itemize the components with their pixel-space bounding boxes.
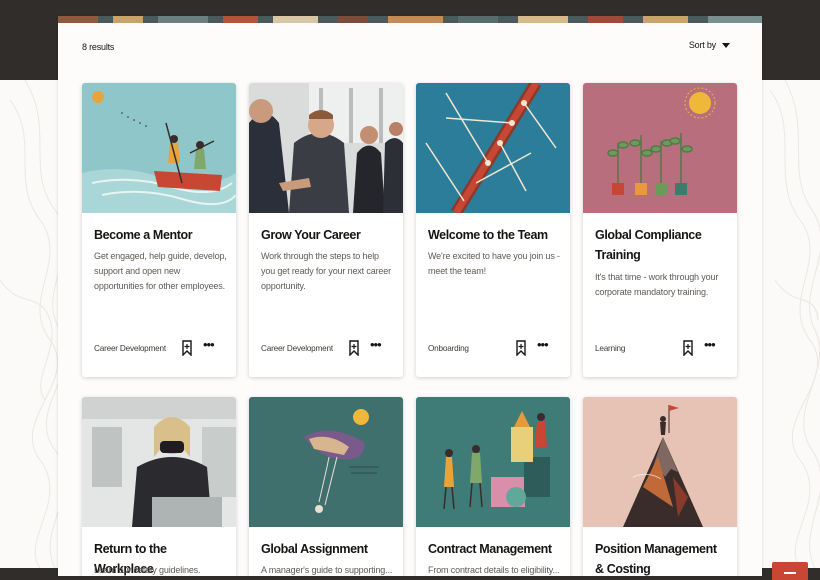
card-description: It's that time - work through your corpo…	[595, 272, 719, 297]
results-panel: 8 results Sort by Become a Mentor Get en…	[58, 16, 762, 576]
card-description: Work through the steps to help you get r…	[261, 251, 391, 291]
more-options-icon[interactable]: •••	[537, 338, 549, 351]
more-options-icon[interactable]: •••	[370, 338, 382, 351]
card-contract-management[interactable]: Contract Management From contract detail…	[416, 397, 570, 576]
bookmark-icon[interactable]	[515, 340, 527, 356]
card-image-plants	[583, 83, 737, 213]
card-grow-your-career[interactable]: Grow Your Career Work through the steps …	[249, 83, 403, 377]
sort-by-label: Sort by	[688, 40, 716, 50]
card-title: Welcome to the Team	[428, 228, 548, 242]
card-global-assignment[interactable]: Global Assignment A manager's guide to s…	[249, 397, 403, 576]
feedback-button[interactable]	[772, 562, 808, 580]
card-return-to-the-workplace[interactable]: Return to the Workplace Learn our safety…	[82, 397, 236, 576]
card-description: A manager's guide to supporting...	[261, 565, 393, 575]
card-category: Onboarding	[428, 344, 469, 353]
card-image-building-blocks	[416, 397, 570, 527]
card-welcome-to-the-team[interactable]: Welcome to the Team We're excited to hav…	[416, 83, 570, 377]
card-title: Global Assignment	[261, 542, 368, 556]
chevron-down-icon	[722, 42, 730, 48]
minus-icon	[784, 572, 796, 574]
card-image-handshake	[249, 83, 403, 213]
card-global-compliance-training[interactable]: Global Compliance Training It's that tim…	[583, 83, 737, 377]
card-image-rowing	[416, 83, 570, 213]
card-description: Learn our safety guidelines.	[94, 565, 201, 575]
card-description: We're excited to have you join us - meet…	[428, 251, 560, 276]
card-image-mountain-summit	[583, 397, 737, 527]
card-category: Career Development	[261, 344, 333, 353]
card-title: Contract Management	[428, 542, 552, 556]
card-image-office-worker	[82, 397, 236, 527]
card-description: Get engaged, help guide, develop, suppor…	[94, 251, 227, 291]
card-position-management-costing[interactable]: Position Management & Costing	[583, 397, 737, 576]
card-title: Grow Your Career	[261, 228, 361, 242]
bookmark-icon[interactable]	[348, 340, 360, 356]
card-title: Position Management & Costing	[595, 542, 717, 576]
card-title: Become a Mentor	[94, 228, 193, 242]
sort-by-dropdown[interactable]: Sort by	[689, 40, 730, 50]
bookmark-icon[interactable]	[181, 340, 193, 356]
card-image-parachute	[249, 397, 403, 527]
bookmark-icon[interactable]	[682, 340, 694, 356]
decorative-stripe	[58, 16, 762, 23]
card-become-a-mentor[interactable]: Become a Mentor Get engaged, help guide,…	[82, 83, 236, 377]
card-description: From contract details to eligibility...	[428, 565, 560, 575]
more-options-icon[interactable]: •••	[203, 338, 215, 351]
card-category: Career Development	[94, 344, 166, 353]
card-category: Learning	[595, 344, 626, 353]
card-title: Global Compliance Training	[595, 228, 702, 262]
card-image-kayakers	[82, 83, 236, 213]
more-options-icon[interactable]: •••	[704, 338, 716, 351]
results-count: 8 results	[82, 42, 115, 52]
